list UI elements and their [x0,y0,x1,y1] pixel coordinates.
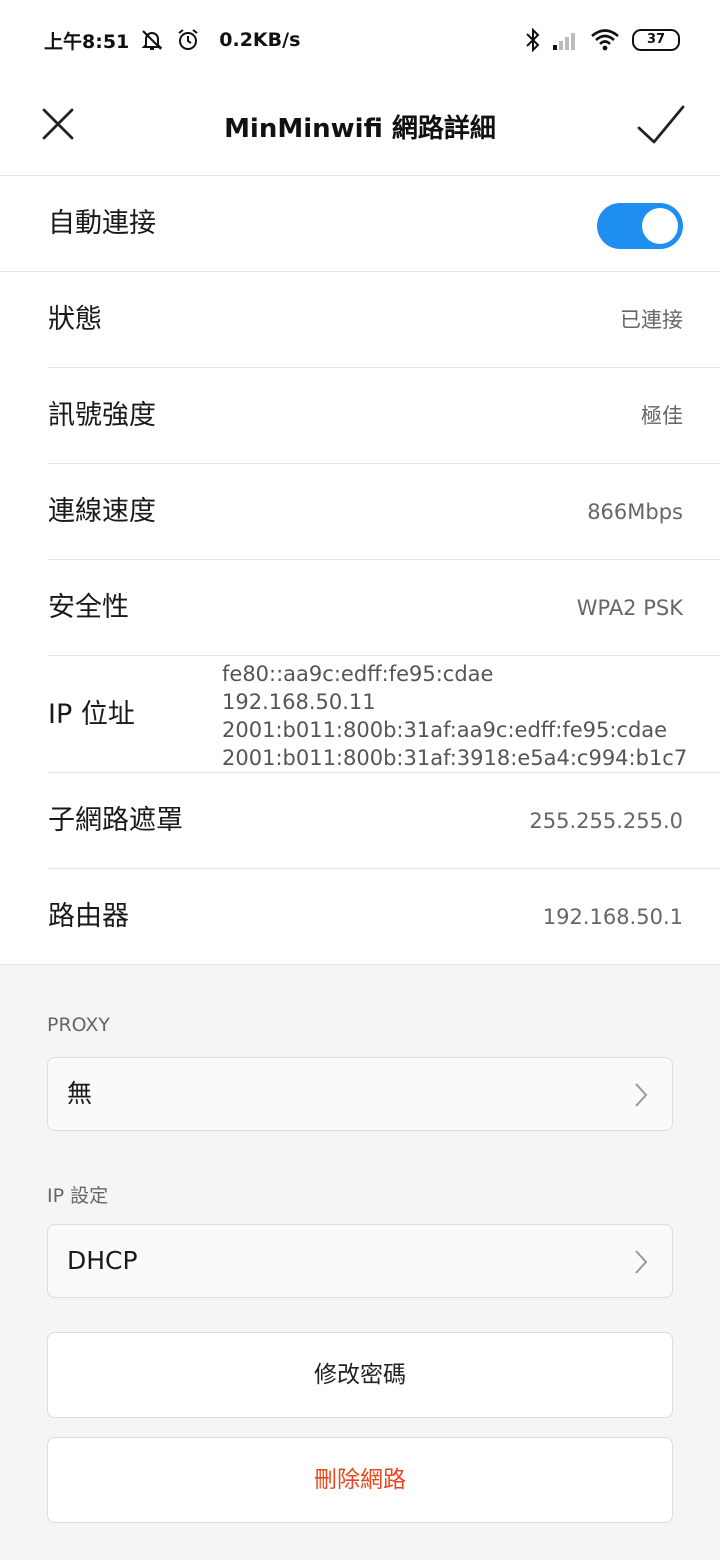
section-divider [0,964,720,965]
ip-settings-section-label: IP 設定 [47,1185,109,1207]
wifi-icon [591,29,619,51]
security-label: 安全性 [48,592,129,623]
auto-connect-row[interactable]: 自動連接 [0,176,720,272]
status-time: 上午8:51 [44,30,130,53]
ip-settings-value: DHCP [67,1246,138,1275]
subnet-mask-row: 子網路遮罩 255.255.255.0 [0,773,720,869]
alarm-icon [178,29,198,50]
link-speed-row: 連線速度 866Mbps [0,464,720,560]
signal-label: 訊號強度 [48,400,156,431]
router-value: 192.168.50.1 [542,905,683,929]
status-label: 狀態 [48,304,102,335]
status-bar-left: 上午8:51 0.2KB/s [44,26,300,54]
battery-indicator: 37 [632,29,680,51]
auto-connect-toggle[interactable] [597,203,683,249]
signal-icon [553,33,575,50]
bluetooth-icon [526,27,540,53]
link-speed-value: 866Mbps [587,500,683,524]
ip-address-value: 192.168.50.11 [222,690,376,714]
delete-network-button[interactable]: 刪除網路 [47,1437,673,1523]
ip-address-value: fe80::aa9c:edff:fe95:cdae [222,662,494,686]
ip-settings-selector[interactable]: DHCP [47,1224,673,1298]
page-title: MinMinwifi 網路詳細 [224,114,496,144]
status-value: 已連接 [620,308,683,332]
status-row: 狀態 已連接 [0,272,720,368]
router-label: 路由器 [48,901,129,932]
proxy-value: 無 [67,1079,93,1108]
chevron-right-icon [635,1083,648,1107]
ip-address-label: IP 位址 [48,699,135,730]
signal-row: 訊號強度 極佳 [0,368,720,464]
check-icon[interactable] [636,102,686,148]
subnet-mask-value: 255.255.255.0 [529,809,683,833]
ip-address-value: 2001:b011:800b:31af:3918:e5a4:c994:b1c7 [222,746,688,770]
mute-icon [141,30,163,50]
chevron-right-icon [635,1250,648,1274]
proxy-section-label: PROXY [47,1014,111,1036]
network-speed: 0.2KB/s [219,29,301,51]
auto-connect-label: 自動連接 [48,208,156,239]
change-password-button[interactable]: 修改密碼 [47,1332,673,1418]
security-value: WPA2 PSK [576,596,683,620]
router-row: 路由器 192.168.50.1 [0,869,720,965]
subnet-mask-label: 子網路遮罩 [48,805,183,836]
title-bar: MinMinwifi 網路詳細 [0,78,720,176]
status-bar: 上午8:51 0.2KB/s 37 [0,0,720,78]
toggle-knob [642,208,678,244]
signal-value: 極佳 [641,404,683,428]
ip-address-value: 2001:b011:800b:31af:aa9c:edff:fe95:cdae [222,718,668,742]
status-bar-right: 37 [514,26,680,54]
ip-address-list: fe80::aa9c:edff:fe95:cdae 192.168.50.11 … [222,660,687,772]
link-speed-label: 連線速度 [48,496,156,527]
ip-address-row: IP 位址 fe80::aa9c:edff:fe95:cdae 192.168.… [0,656,720,772]
proxy-selector[interactable]: 無 [47,1057,673,1131]
security-row: 安全性 WPA2 PSK [0,560,720,656]
